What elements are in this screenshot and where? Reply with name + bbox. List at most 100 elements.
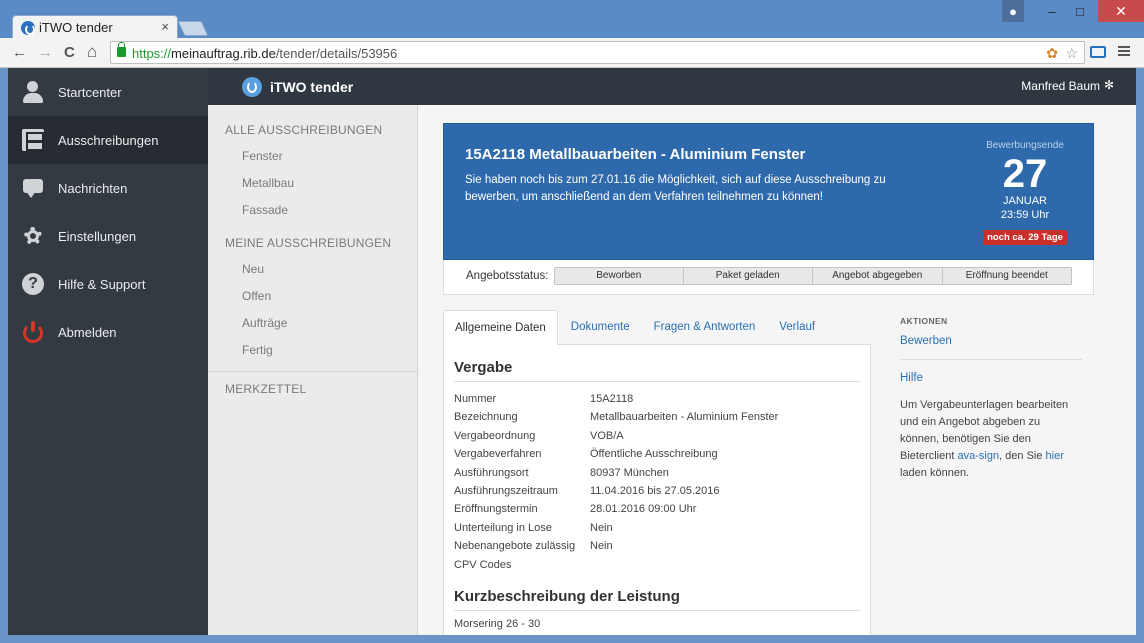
main-content: 15A2118 Metallbauarbeiten - Aluminium Fe…: [419, 105, 1136, 635]
tender-title: 15A2118 Metallbauarbeiten - Aluminium Fe…: [465, 146, 806, 163]
detail-row: Ausführungsort 80937 München: [454, 464, 860, 482]
brand[interactable]: iTWO tender: [242, 77, 353, 97]
bookmark-star-icon[interactable]: ☆: [1065, 45, 1078, 62]
detail-key: Nummer: [454, 393, 497, 405]
detail-value: Metallbauarbeiten - Aluminium Fenster: [590, 411, 779, 424]
detail-row: Eröffnungstermin 28.01.2016 09:00 Uhr: [454, 500, 860, 518]
vergabe-details: Nummer 15A2118 Bezeichnung Metallbauarbeit…: [454, 390, 860, 574]
subnav-item-fenster[interactable]: Fenster: [208, 143, 417, 170]
download-here-link[interactable]: hier: [1046, 450, 1064, 462]
deadline-day: 27: [1002, 152, 1048, 196]
close-window-button[interactable]: ✕: [1098, 0, 1144, 22]
sidebar-item-label: Einstellungen: [58, 228, 137, 244]
user-menu[interactable]: Manfred Baum: [1021, 79, 1100, 93]
new-tab-button[interactable]: [177, 21, 209, 36]
status-step-eroeffnung-beendet: Eröffnung beendet: [942, 267, 1072, 285]
subnav-item-metallbau[interactable]: Metallbau: [208, 170, 417, 197]
subnav-item-auftraege[interactable]: Aufträge: [208, 310, 417, 337]
detail-key: Vergabeordnung: [454, 429, 536, 442]
sidebar-item-label: Abmelden: [58, 324, 117, 340]
detail-key: Vergabeverfahren: [454, 448, 542, 461]
tab-dokumente[interactable]: Dokumente: [560, 310, 641, 345]
user-settings-icon[interactable]: ✻: [1104, 78, 1114, 92]
subnav-heading-all: ALLE AUSSCHREIBUNGEN: [225, 123, 383, 137]
detail-key: Eröffnungstermin: [454, 503, 538, 516]
extension-icon[interactable]: ✿: [1046, 45, 1058, 62]
close-tab-icon[interactable]: ×: [161, 19, 169, 34]
window-frame-bottom: [0, 635, 1144, 643]
browser-chrome: iTWO tender × ● – □ ✕ ← → C ⌂ https://me…: [0, 0, 1144, 68]
minimize-button[interactable]: –: [1038, 0, 1066, 22]
window-controls: ● – □ ✕: [1002, 0, 1144, 22]
browser-tab[interactable]: iTWO tender ×: [12, 15, 178, 39]
app-header: iTWO tender Manfred Baum ✻: [208, 68, 1136, 105]
subnav-item-fertig[interactable]: Fertig: [208, 337, 417, 364]
sidebar-item-startcenter[interactable]: Startcenter: [8, 68, 208, 116]
sidebar-item-nachrichten[interactable]: Nachrichten: [8, 164, 208, 212]
detail-row: Unterteilung in Lose Nein: [454, 519, 860, 537]
url-text: https://meinauftrag.rib.de/tender/detail…: [132, 46, 398, 61]
offer-status-bar: Angebotsstatus: Beworben Paket geladen A…: [443, 260, 1094, 295]
subnav-heading-mine: MEINE AUSSCHREIBUNGEN: [225, 236, 392, 250]
subnav-item-neu[interactable]: Neu: [208, 256, 417, 283]
main-sidebar: Startcenter Ausschreibungen Nachrichten …: [8, 68, 208, 635]
browser-toolbar: ← → C ⌂ https://meinauftrag.rib.de/tende…: [0, 38, 1144, 68]
detail-value: 80937 München: [590, 466, 669, 479]
forward-icon[interactable]: →: [38, 44, 53, 61]
sidebar-item-label: Startcenter: [58, 84, 122, 100]
power-icon: [22, 321, 44, 343]
detail-key: Bezeichnung: [454, 411, 518, 424]
back-icon[interactable]: ←: [12, 44, 27, 61]
cabinet-icon: [22, 129, 44, 151]
sidebar-item-ausschreibungen[interactable]: Ausschreibungen: [8, 116, 208, 164]
tab-panel-allgemeine-daten: Vergabe Nummer 15A2118 Bezeichnung Metallb…: [443, 345, 871, 635]
cast-icon[interactable]: [1090, 46, 1106, 58]
detail-value: Öffentliche Ausschreibung: [590, 448, 718, 461]
detail-value: 11.04.2016 bis 27.05.2016: [590, 484, 720, 497]
deadline-label: Bewerbungsende: [986, 140, 1064, 151]
lock-icon: [117, 42, 126, 57]
sidebar-item-abmelden[interactable]: Abmelden: [8, 308, 208, 356]
brand-name: iTWO tender: [270, 79, 354, 95]
detail-row: Ausführungszeitraum 11.04.2016 bis 27.05.…: [454, 482, 860, 500]
section-title-vergabe: Vergabe: [454, 359, 860, 382]
detail-key: CPV Codes: [454, 558, 512, 571]
detail-key: Ausführungszeitraum: [454, 484, 558, 497]
actions-heading: AKTIONEN: [900, 316, 948, 326]
status-step-angebot-abgegeben: Angebot abgegeben: [813, 267, 943, 285]
ava-sign-link[interactable]: ava-sign: [957, 450, 999, 462]
kurzbeschreibung-text: Morsering 26 - 30: [454, 617, 541, 630]
status-step-beworben: Beworben: [554, 267, 684, 285]
sidebar-item-label: Hilfe & Support: [58, 276, 146, 292]
deadline-month: JANUAR: [1002, 195, 1047, 207]
reload-icon[interactable]: C: [64, 44, 75, 61]
sidebar-item-hilfe[interactable]: ? Hilfe & Support: [8, 260, 208, 308]
tab-allgemeine-daten[interactable]: Allgemeine Daten: [443, 310, 558, 346]
apply-link[interactable]: Bewerben: [900, 335, 1082, 347]
tab-fragen-antworten[interactable]: Fragen & Antworten: [643, 310, 767, 345]
section-title-kurzbeschreibung: Kurzbeschreibung der Leistung: [454, 588, 860, 611]
sidebar-item-einstellungen[interactable]: Einstellungen: [8, 212, 208, 260]
detail-row: Bezeichnung Metallbauarbeiten - Aluminium…: [454, 408, 860, 426]
home-icon[interactable]: ⌂: [87, 42, 97, 62]
itwo-logo-icon: [242, 77, 262, 97]
detail-row: Nummer 15A2118: [454, 390, 860, 408]
status-step-paket-geladen: Paket geladen: [683, 267, 813, 285]
chat-icon: [22, 177, 44, 199]
detail-value: Nein: [590, 521, 613, 534]
itwo-favicon-icon: [21, 21, 35, 35]
actions-panel: AKTIONEN Bewerben Hilfe Um Vergabeunterl…: [900, 316, 1082, 482]
tender-banner: 15A2118 Metallbauarbeiten - Aluminium Fe…: [443, 123, 1094, 260]
subnav-item-offen[interactable]: Offen: [208, 283, 417, 310]
help-link[interactable]: Hilfe: [900, 372, 1082, 384]
detail-value: VOB/A: [590, 429, 624, 442]
window-frame-left: [0, 68, 8, 643]
browser-menu-icon[interactable]: [1118, 46, 1130, 56]
maximize-button[interactable]: □: [1066, 0, 1094, 22]
subnav-item-fassade[interactable]: Fassade: [208, 197, 417, 224]
profile-icon[interactable]: ●: [1002, 0, 1024, 22]
tab-verlauf[interactable]: Verlauf: [768, 310, 826, 345]
subnav-heading-merkzettel[interactable]: MERKZETTEL: [208, 372, 417, 396]
address-bar[interactable]: https://meinauftrag.rib.de/tender/detail…: [110, 41, 1085, 64]
detail-row: Vergabeverfahren Öffentliche Ausschreibun…: [454, 445, 860, 463]
